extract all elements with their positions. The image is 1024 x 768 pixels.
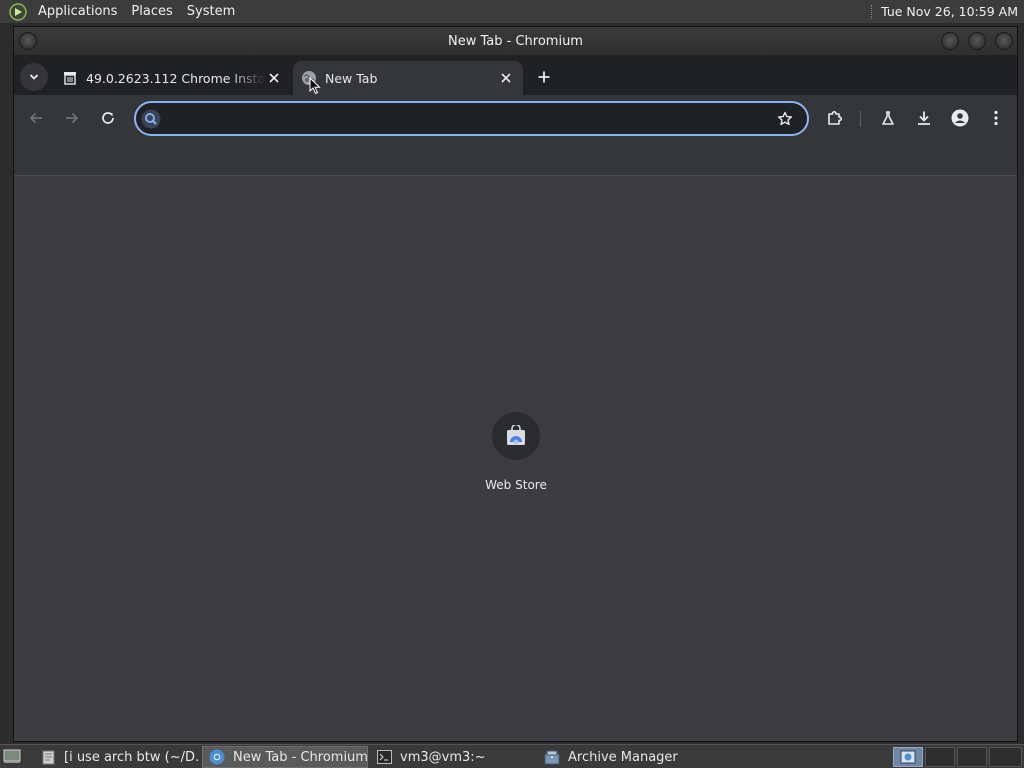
tab-search-button[interactable]	[20, 63, 48, 91]
extensions-button[interactable]	[822, 105, 848, 131]
forward-button[interactable]	[59, 105, 85, 131]
task-chromium[interactable]: New Tab - Chromium	[202, 746, 368, 768]
clock[interactable]: Tue Nov 26, 10:59 AM	[881, 4, 1024, 19]
address-input[interactable]	[169, 111, 773, 126]
window-titlebar[interactable]: New Tab - Chromium	[14, 27, 1017, 55]
places-menu[interactable]: Places	[124, 0, 179, 24]
workspace-1[interactable]	[893, 747, 923, 767]
profile-button[interactable]	[947, 105, 973, 131]
applications-menu[interactable]: Applications	[31, 0, 124, 24]
close-tab-icon[interactable]	[265, 69, 283, 87]
mate-logo-icon[interactable]	[9, 2, 27, 21]
plus-icon	[538, 71, 550, 83]
desktop-icon	[3, 749, 21, 763]
window-thumbnail-icon	[900, 750, 916, 764]
web-store-icon	[507, 425, 525, 445]
maximize-button[interactable]	[968, 32, 986, 50]
search-icon	[141, 109, 161, 129]
task-label: vm3@vm3:~	[400, 749, 486, 765]
task-label: [i use arch btw (~/D…	[64, 749, 200, 765]
window-menu-button[interactable]	[19, 32, 37, 50]
labs-button[interactable]	[875, 105, 901, 131]
tab-title: 49.0.2623.112 Chrome Installer	[86, 70, 265, 86]
bookmark-star-icon[interactable]	[773, 107, 797, 131]
task-text-editor[interactable]: [i use arch btw (~/D…	[34, 746, 200, 768]
new-tab-button[interactable]	[534, 67, 554, 87]
reload-button[interactable]	[95, 105, 121, 131]
mouse-cursor-icon	[309, 77, 321, 95]
shortcut-tile[interactable]	[492, 412, 540, 460]
terminal-icon	[376, 749, 392, 765]
browser-toolbar	[14, 95, 1017, 141]
task-label: New Tab - Chromium	[233, 749, 368, 765]
close-tab-icon[interactable]	[497, 69, 515, 87]
new-tab-page: Web Store	[14, 176, 1017, 741]
system-menu[interactable]: System	[180, 0, 242, 24]
download-icon	[918, 111, 930, 125]
chevron-down-icon	[29, 74, 39, 80]
tab-chrome-installer[interactable]: 49.0.2623.112 Chrome Installer	[54, 61, 291, 95]
top-panel: Applications Places System Tue Nov 26, 1…	[0, 0, 1024, 24]
task-label: Archive Manager	[568, 749, 678, 765]
bottom-taskbar: [i use arch btw (~/D… New Tab - Chromium…	[0, 744, 1024, 768]
arrow-right-icon	[66, 112, 79, 124]
chromium-icon	[209, 749, 225, 765]
workspace-2[interactable]	[925, 747, 955, 767]
archive-icon	[62, 70, 78, 86]
tab-new-tab[interactable]: New Tab	[293, 61, 523, 95]
profile-icon	[951, 109, 969, 127]
shortcut-web-store[interactable]: Web Store	[476, 412, 556, 502]
menu-button[interactable]	[983, 105, 1009, 131]
archive-manager-icon	[544, 749, 560, 765]
minimize-button[interactable]	[941, 32, 959, 50]
panel-separator	[871, 4, 873, 19]
shortcut-label: Web Store	[485, 478, 547, 492]
workspace-3[interactable]	[957, 747, 987, 767]
puzzle-icon	[828, 111, 842, 125]
reload-icon	[102, 112, 114, 124]
arrow-left-icon	[29, 112, 42, 124]
tab-title: New Tab	[325, 70, 378, 86]
workspace-4[interactable]	[989, 747, 1022, 767]
close-window-button[interactable]	[995, 32, 1013, 50]
show-desktop-button[interactable]	[2, 747, 22, 766]
kebab-menu-icon	[994, 110, 998, 126]
back-button[interactable]	[23, 105, 49, 131]
task-terminal[interactable]: vm3@vm3:~	[370, 746, 536, 768]
bookmarks-bar	[14, 141, 1017, 176]
browser-window: New Tab - Chromium 49.0.2623.112 Chrome …	[13, 26, 1018, 742]
task-archive-manager[interactable]: Archive Manager	[538, 746, 704, 768]
text-editor-icon	[40, 749, 56, 765]
flask-icon	[882, 111, 894, 125]
tab-strip: 49.0.2623.112 Chrome Installer New Tab	[14, 55, 1017, 95]
address-bar[interactable]	[134, 101, 809, 136]
downloads-button[interactable]	[911, 105, 937, 131]
toolbar-divider	[860, 111, 861, 127]
window-title: New Tab - Chromium	[448, 33, 583, 49]
